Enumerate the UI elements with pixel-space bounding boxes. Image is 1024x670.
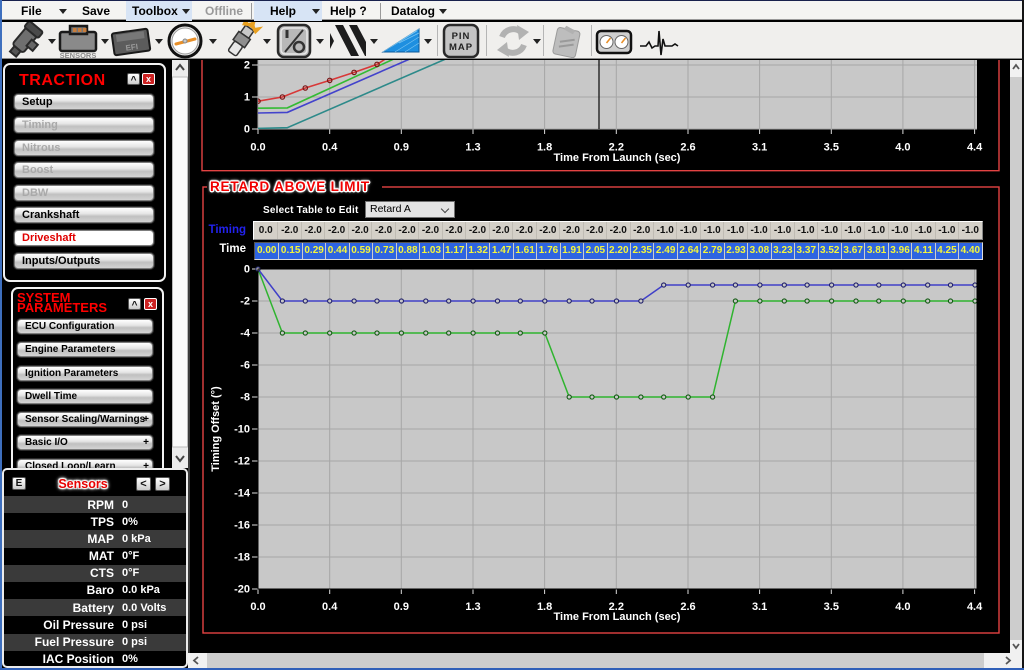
- svg-text:1.8: 1.8: [537, 142, 552, 154]
- svg-text:Time From Launch (sec): Time From Launch (sec): [554, 611, 681, 623]
- svg-text:0.9: 0.9: [394, 601, 409, 613]
- svg-text:-4: -4: [240, 328, 251, 340]
- svg-text:0.9: 0.9: [394, 142, 409, 154]
- svg-text:MAP: MAP: [449, 42, 473, 53]
- svg-text:-12: -12: [234, 456, 250, 468]
- svg-text:PIN: PIN: [452, 31, 471, 42]
- svg-text:0.4: 0.4: [322, 142, 338, 154]
- svg-text:0: 0: [244, 264, 250, 276]
- svg-text:2.6: 2.6: [680, 142, 695, 154]
- svg-text:2.6: 2.6: [680, 601, 695, 613]
- svg-text:4.4: 4.4: [967, 601, 983, 613]
- svg-text:-6: -6: [240, 360, 250, 372]
- svg-text:-2: -2: [240, 296, 250, 308]
- svg-text:-18: -18: [234, 552, 250, 564]
- svg-text:-10: -10: [234, 424, 250, 436]
- svg-text:SENSORS: SENSORS: [60, 51, 97, 60]
- svg-text:4.0: 4.0: [895, 142, 910, 154]
- svg-text:0.0: 0.0: [250, 142, 265, 154]
- svg-text:Time From Launch (sec): Time From Launch (sec): [554, 152, 681, 164]
- svg-text:Timing Offset (°): Timing Offset (°): [210, 386, 222, 472]
- svg-text:1.8: 1.8: [537, 601, 552, 613]
- svg-text:0: 0: [244, 124, 250, 136]
- svg-text:-8: -8: [240, 392, 250, 404]
- svg-text:4.0: 4.0: [895, 601, 910, 613]
- svg-text:-14: -14: [234, 488, 251, 500]
- svg-text:0.0: 0.0: [250, 601, 265, 613]
- svg-text:3.1: 3.1: [752, 142, 767, 154]
- svg-text:3.1: 3.1: [752, 601, 767, 613]
- svg-text:4.4: 4.4: [967, 142, 983, 154]
- svg-text:1: 1: [244, 92, 250, 104]
- svg-text:3.5: 3.5: [824, 142, 839, 154]
- svg-text:-16: -16: [234, 520, 250, 532]
- svg-text:3.5: 3.5: [824, 601, 839, 613]
- svg-text:-20: -20: [234, 584, 250, 596]
- svg-text:0.4: 0.4: [322, 601, 338, 613]
- svg-text:1.3: 1.3: [465, 142, 480, 154]
- svg-text:1.3: 1.3: [465, 601, 480, 613]
- svg-text:EFI: EFI: [125, 42, 139, 53]
- svg-text:2: 2: [244, 60, 250, 72]
